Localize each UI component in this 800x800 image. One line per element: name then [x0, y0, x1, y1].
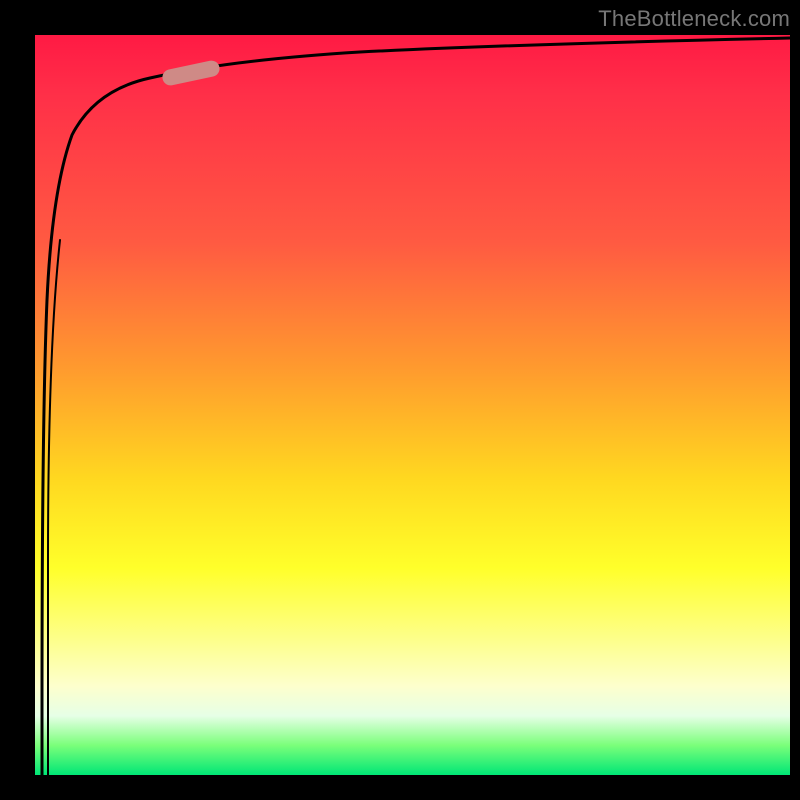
- chart-frame: TheBottleneck.com: [0, 0, 800, 800]
- watermark-text: TheBottleneck.com: [598, 6, 790, 32]
- plot-area: [35, 35, 790, 775]
